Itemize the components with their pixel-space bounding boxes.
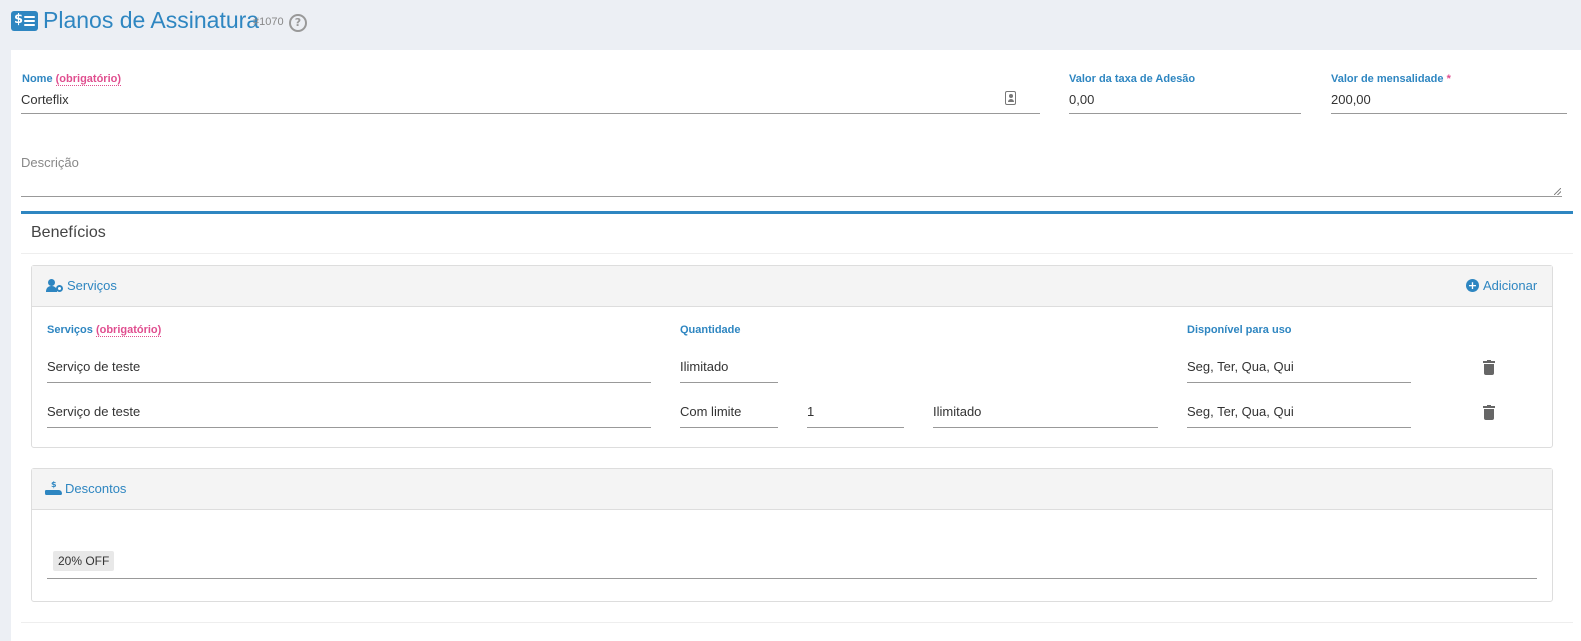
- row2-quantidade-select[interactable]: Com limite: [680, 404, 778, 428]
- row2-periodo-select[interactable]: Ilimitado: [933, 404, 1158, 428]
- descontos-card-header: $ Descontos: [32, 469, 1552, 510]
- servicos-card: Serviços + Adicionar Serviços (obrigatór…: [31, 265, 1553, 448]
- taxa-adesao-field[interactable]: 0,00: [1069, 90, 1301, 114]
- page-title: Planos de Assinatura: [43, 7, 260, 33]
- row2-servico-select[interactable]: Serviço de teste: [47, 404, 651, 428]
- taxa-adesao-label: Valor da taxa de Adesão: [1069, 73, 1196, 85]
- col-servicos: Serviços (obrigatório): [47, 324, 162, 337]
- col-servicos-text: Serviços: [47, 324, 93, 336]
- col-quantidade: Quantidade: [680, 324, 741, 336]
- mensalidade-required: *: [1446, 73, 1451, 85]
- row2-disponivel-value: Seg, Ter, Qua, Qui: [1187, 404, 1294, 419]
- mensalidade-field[interactable]: 200,00: [1331, 90, 1567, 114]
- trash-icon[interactable]: [1483, 405, 1495, 420]
- record-id: #1070: [253, 16, 284, 28]
- form-panel: Nome (obrigatório) Corteflix Valor da ta…: [11, 50, 1581, 641]
- row1-quantidade-value: Ilimitado: [680, 359, 729, 374]
- nome-label: Nome (obrigatório): [22, 73, 122, 86]
- row2-servico-value: Serviço de teste: [47, 404, 141, 419]
- row2-disponivel-select[interactable]: Seg, Ter, Qua, Qui: [1187, 404, 1411, 428]
- mensalidade-label: Valor de mensalidade *: [1331, 73, 1451, 85]
- divider: [21, 253, 1573, 254]
- help-circle-icon[interactable]: ?: [289, 14, 307, 32]
- trash-icon[interactable]: [1483, 360, 1495, 375]
- servicos-title: Serviços: [67, 278, 117, 293]
- money-list-icon: $: [11, 11, 38, 31]
- users-gear-icon: [46, 279, 64, 293]
- divider: [21, 622, 1573, 623]
- row2-limite-value: 1: [807, 404, 815, 419]
- row1-quantidade-select[interactable]: Ilimitado: [680, 359, 778, 383]
- row2-periodo-value: Ilimitado: [933, 404, 982, 419]
- descontos-multiselect[interactable]: 20% OFF: [47, 549, 1537, 579]
- hand-coin-icon: $: [45, 480, 63, 497]
- nome-label-text: Nome: [22, 73, 53, 85]
- taxa-adesao-value: 0,00: [1069, 92, 1095, 107]
- contact-card-icon[interactable]: [1005, 91, 1016, 105]
- resize-handle[interactable]: [1554, 188, 1561, 195]
- add-servico-button[interactable]: Adicionar: [1483, 278, 1537, 293]
- descontos-card: $ Descontos 20% OFF: [31, 468, 1553, 602]
- row1-servico-select[interactable]: Serviço de teste: [47, 359, 651, 383]
- plus-circle-icon[interactable]: +: [1466, 279, 1479, 292]
- nome-value: Corteflix: [21, 92, 69, 107]
- nome-field[interactable]: Corteflix: [21, 90, 1040, 114]
- mensalidade-label-text: Valor de mensalidade: [1331, 73, 1444, 85]
- col-disponivel: Disponível para uso: [1187, 324, 1292, 336]
- descontos-title: Descontos: [65, 481, 127, 496]
- section-divider: [21, 211, 1573, 214]
- mensalidade-value: 200,00: [1331, 92, 1371, 107]
- row1-disponivel-value: Seg, Ter, Qua, Qui: [1187, 359, 1294, 374]
- descricao-textarea[interactable]: Descrição: [21, 150, 1562, 197]
- beneficios-title: Benefícios: [31, 224, 106, 241]
- servicos-card-header: Serviços + Adicionar: [32, 266, 1552, 307]
- descricao-placeholder: Descrição: [21, 155, 79, 170]
- col-servicos-required: (obrigatório): [95, 324, 162, 337]
- nome-required: (obrigatório): [55, 73, 122, 86]
- row1-servico-value: Serviço de teste: [47, 359, 141, 374]
- row1-disponivel-select[interactable]: Seg, Ter, Qua, Qui: [1187, 359, 1411, 383]
- row2-limite-input[interactable]: 1: [807, 404, 904, 428]
- page-header: $ Planos de Assinatura #1070 ?: [0, 0, 1581, 50]
- desconto-tag[interactable]: 20% OFF: [53, 551, 115, 571]
- row2-quantidade-value: Com limite: [680, 404, 742, 419]
